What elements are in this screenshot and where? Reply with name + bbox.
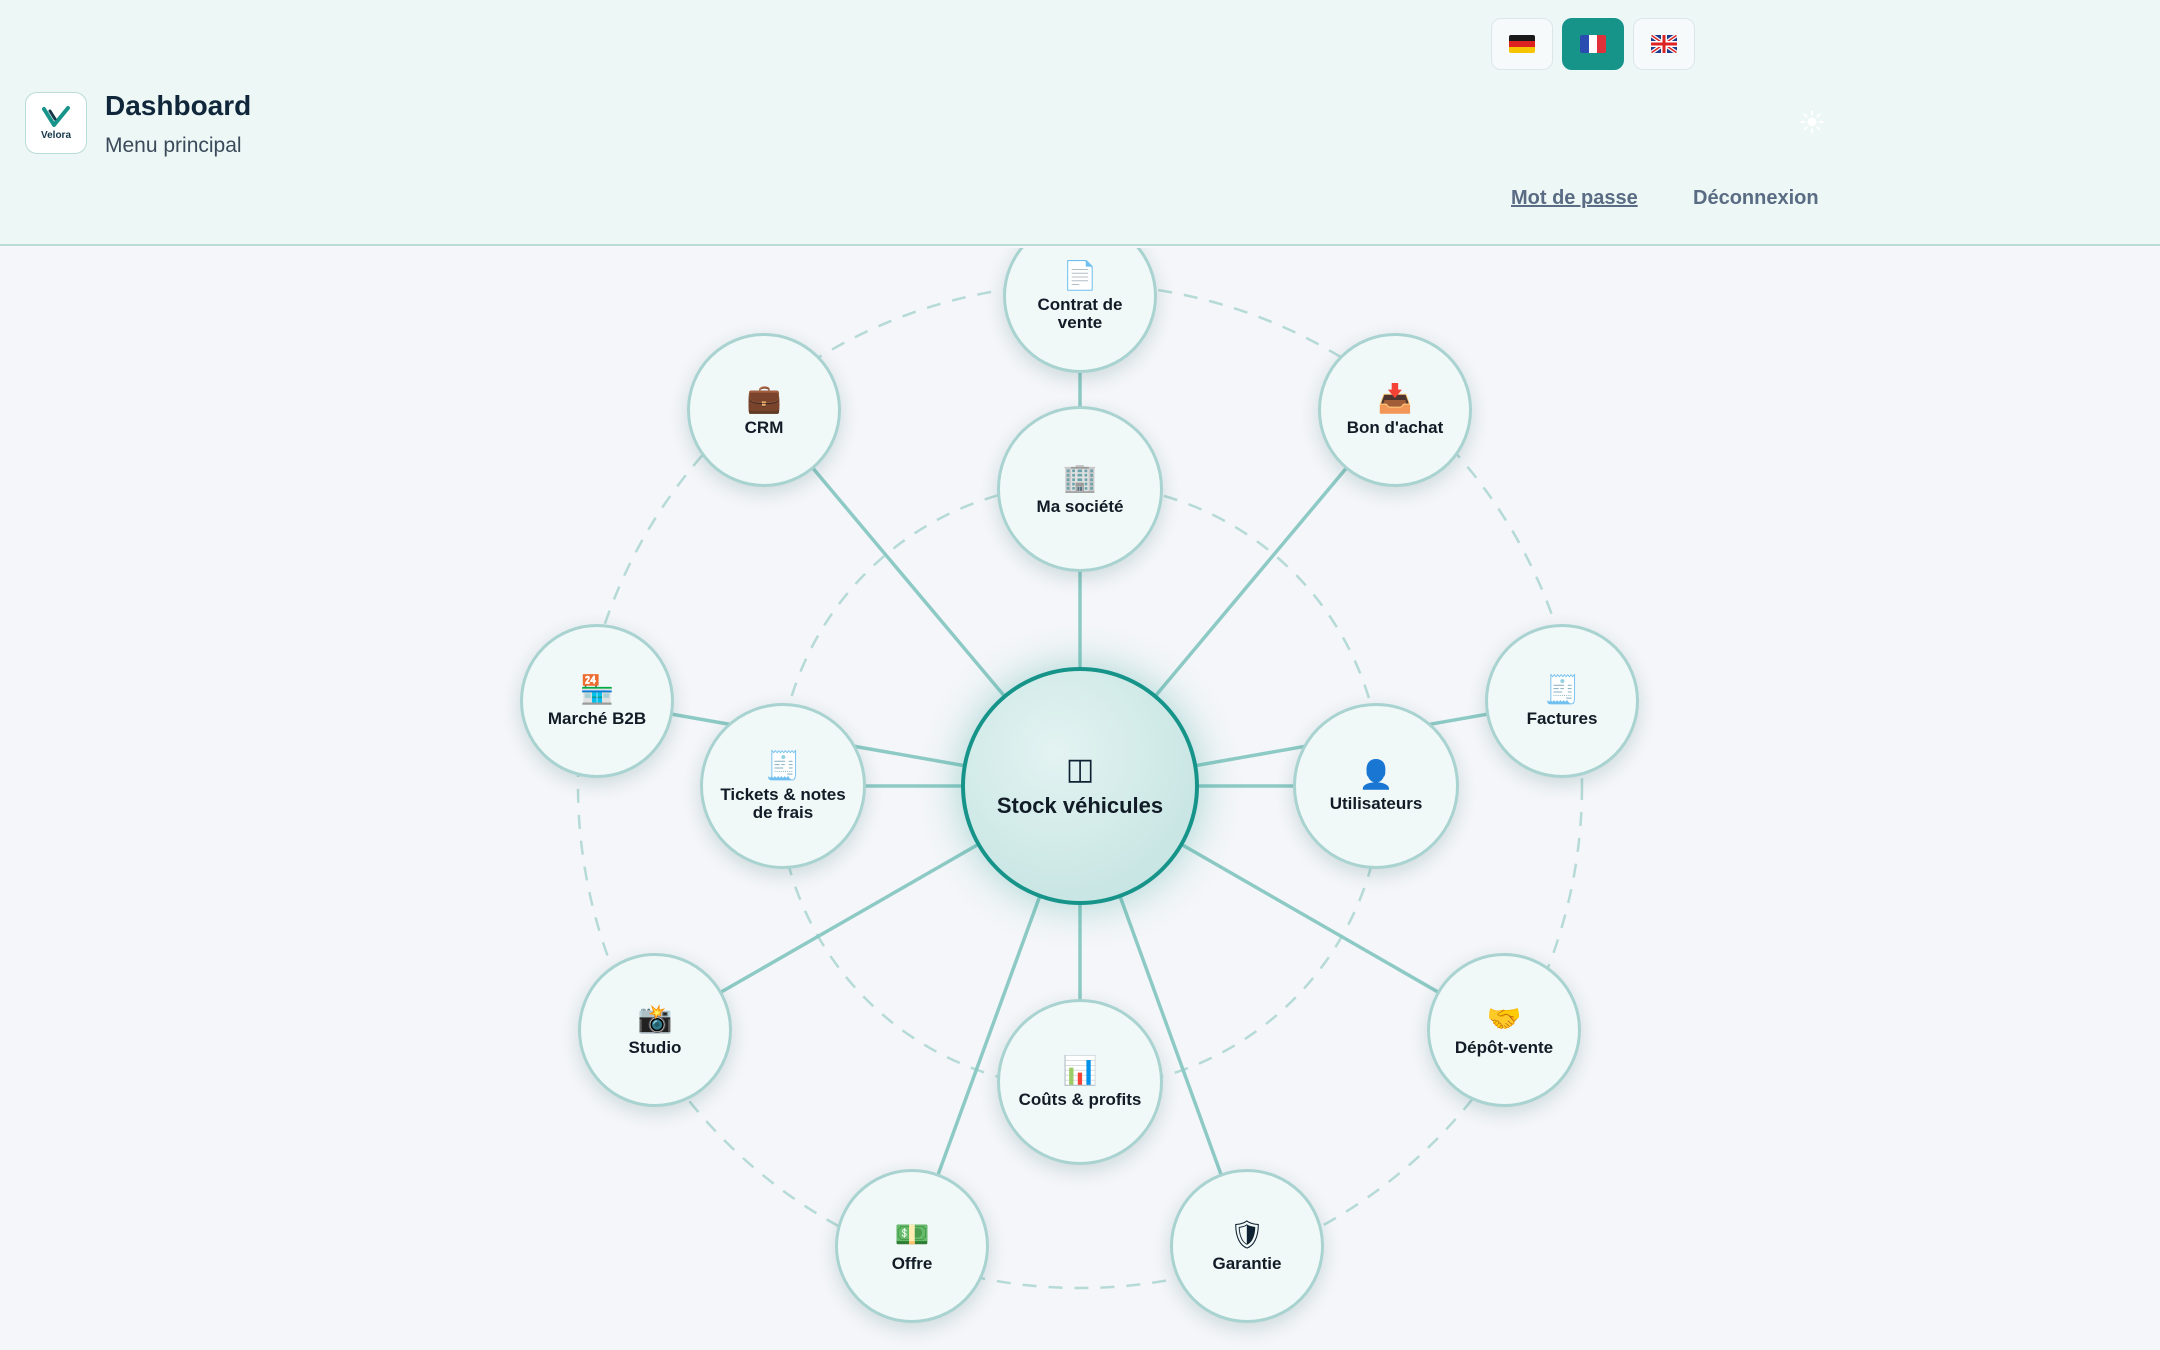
page-title: Dashboard [105, 90, 252, 121]
language-button-de[interactable] [1491, 18, 1553, 70]
hub-node-label: Bon d'achat [1346, 417, 1444, 437]
hub-node-label: CRM [744, 417, 784, 437]
app-logo[interactable]: Velora [25, 92, 87, 154]
hub-center-stock-vehicules[interactable]: ◫ Stock véhicules [961, 667, 1199, 905]
hub-node-label: Contrat de vente [1037, 294, 1123, 332]
hub-navigation: 📄 Contrat de vente 💼 CRM 📥 Bon d'achat 🏢… [0, 248, 2160, 1350]
store-icon: 🏪 [579, 672, 615, 706]
hub-node-couts-profits[interactable]: 📊 Coûts & profits [997, 999, 1163, 1165]
hub-node-offre[interactable]: 💵 Offre [835, 1169, 989, 1323]
camera-flash-icon: 📸 [637, 1001, 673, 1035]
receipt-icon: 🧾 [1544, 672, 1580, 706]
hub-node-ma-societe[interactable]: 🏢 Ma société [997, 406, 1163, 572]
hub-node-label: Studio [628, 1037, 682, 1057]
hub-node-label: Offre [891, 1253, 933, 1273]
flag-uk-icon [1651, 35, 1677, 53]
flag-germany-icon [1509, 35, 1535, 53]
hub-node-label: Marché B2B [547, 708, 647, 728]
user-icon: 👤 [1358, 757, 1394, 791]
password-link[interactable]: Mot de passe [1511, 187, 1638, 210]
hub-node-label: Factures [1526, 708, 1598, 728]
sun-icon[interactable] [1800, 110, 1824, 134]
header: Velora Dashboard Menu principal Mot de p… [0, 0, 2160, 246]
hub-node-factures[interactable]: 🧾 Factures [1485, 624, 1639, 778]
language-button-en[interactable] [1633, 18, 1695, 70]
logo-text: Velora [40, 130, 72, 141]
hub-node-marche-b2b[interactable]: 🏪 Marché B2B [520, 624, 674, 778]
flag-france-icon [1580, 35, 1606, 53]
hub-node-label: Dépôt-vente [1454, 1037, 1554, 1057]
split-panel-icon: ◫ [1065, 751, 1095, 787]
hub-node-bon-achat[interactable]: 📥 Bon d'achat [1318, 333, 1472, 487]
hub-node-utilisateurs[interactable]: 👤 Utilisateurs [1293, 703, 1459, 869]
hub-node-label: Ma société [1036, 496, 1124, 516]
hub-node-label: Utilisateurs [1329, 793, 1423, 813]
page-subtitle: Menu principal [105, 134, 242, 157]
inbox-tray-icon: 📥 [1377, 381, 1413, 415]
shield-icon: 🛡 [1229, 1217, 1265, 1251]
hub-node-label: Coûts & profits [1018, 1089, 1142, 1109]
hub-node-crm[interactable]: 💼 CRM [687, 333, 841, 487]
office-building-icon: 🏢 [1062, 460, 1098, 494]
handshake-icon: 🤝 [1486, 1001, 1522, 1035]
language-button-fr[interactable] [1562, 18, 1624, 70]
hub-center-label: Stock véhicules [996, 792, 1164, 818]
logout-link[interactable]: Déconnexion [1693, 187, 1819, 210]
hub-node-garantie[interactable]: 🛡 Garantie [1170, 1169, 1324, 1323]
briefcase-icon: 💼 [746, 381, 782, 415]
hub-node-label: Tickets & notes de frais [720, 784, 846, 822]
hub-node-depot-vente[interactable]: 🤝 Dépôt-vente [1427, 953, 1581, 1107]
hub-node-tickets[interactable]: 🧾 Tickets & notes de frais [700, 703, 866, 869]
hub-node-studio[interactable]: 📸 Studio [578, 953, 732, 1107]
document-icon: 📄 [1062, 258, 1098, 292]
logo-mark-icon [42, 106, 70, 127]
receipt-icon: 🧾 [765, 748, 801, 782]
hub-node-label: Garantie [1212, 1253, 1282, 1273]
bar-chart-icon: 📊 [1062, 1053, 1098, 1087]
banknote-icon: 💵 [894, 1217, 930, 1251]
